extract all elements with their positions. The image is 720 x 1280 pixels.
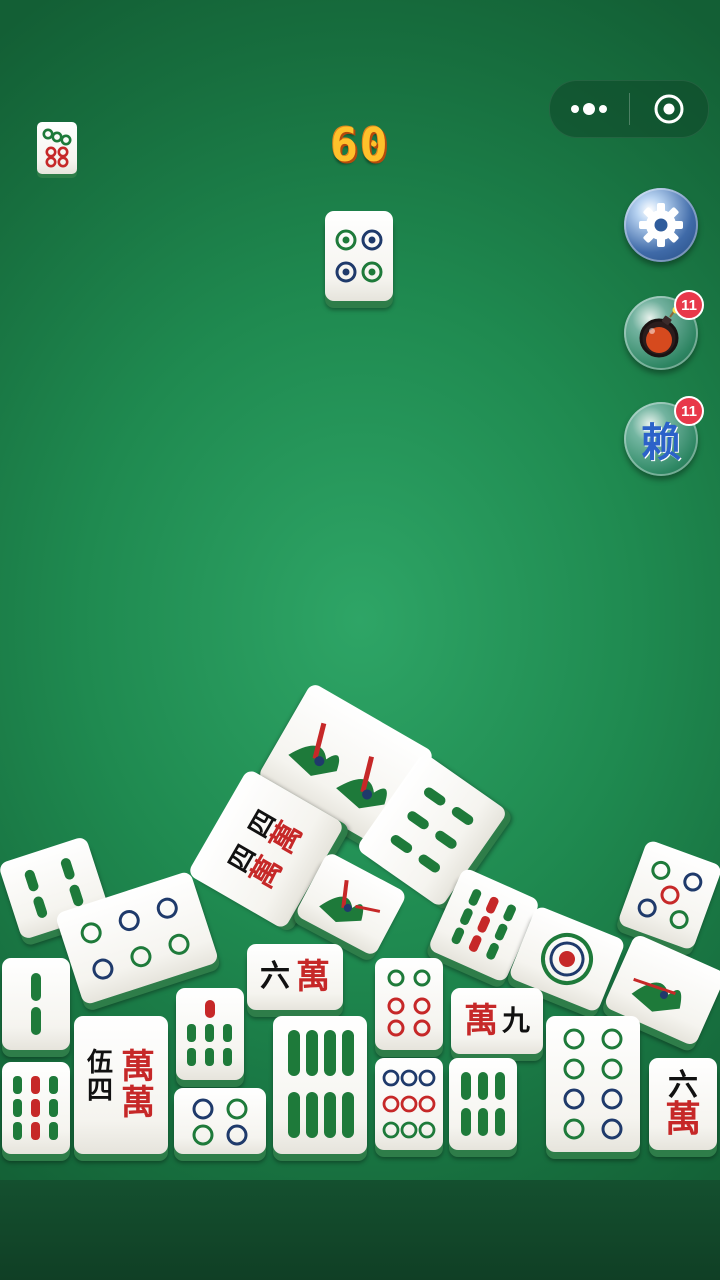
settings-button[interactable] <box>624 188 698 262</box>
circles-icon <box>563 1028 623 1140</box>
gear-icon <box>639 203 683 247</box>
bamboo-icon <box>390 787 474 873</box>
circles-icon <box>387 969 431 1037</box>
target-circle-icon <box>654 94 684 124</box>
tile-seven-bamboo[interactable] <box>176 988 244 1080</box>
tile-five-four-wan[interactable]: 伍 四 萬 萬 <box>74 1016 168 1154</box>
tile-nine-wan[interactable]: 萬 九 <box>451 988 543 1054</box>
tile-eight-bamboo[interactable] <box>273 1016 367 1154</box>
tile-five-circles-tilted[interactable] <box>617 839 720 951</box>
bamboo-icon <box>461 1072 505 1136</box>
bamboo-icon <box>451 889 516 960</box>
tile-nine-circles[interactable] <box>375 1058 443 1150</box>
close-mini-program-button[interactable] <box>630 81 709 137</box>
more-dots-icon <box>571 103 608 115</box>
bamboo-icon <box>288 1030 354 1138</box>
bamboo-icon <box>187 1000 232 1066</box>
bomb-powerup-button[interactable]: 11 <box>624 290 704 370</box>
score-counter: 60 <box>330 118 390 172</box>
tile-six-bamboo[interactable] <box>449 1058 517 1150</box>
game-board: 60 11 赖 11 四 萬 四 萬 六 萬 萬 九 伍 四 萬 萬 六 萬 <box>0 0 720 1280</box>
circles-icon <box>637 860 703 930</box>
bomb-count-badge: 11 <box>674 290 704 320</box>
wan-char: 萬 <box>296 957 330 997</box>
next-tile-preview <box>37 122 77 174</box>
six-circles-icon <box>42 128 72 168</box>
wu-char: 伍 <box>86 1048 113 1078</box>
tile-four-circles[interactable] <box>174 1088 266 1154</box>
wildcard-powerup-button[interactable]: 赖 11 <box>624 396 704 476</box>
tile-six-wan[interactable]: 六 萬 <box>649 1058 717 1150</box>
circles-icon <box>382 1069 436 1139</box>
table-floor <box>0 1180 720 1280</box>
wan-char: 萬 <box>121 1047 155 1087</box>
one-circle-icon <box>541 932 594 985</box>
wan-pair-face: 伍 四 萬 萬 <box>87 1050 155 1120</box>
wan-char: 萬 <box>664 1098 701 1140</box>
si-char: 四 <box>86 1076 113 1106</box>
six-wan-face: 六 萬 <box>260 960 330 994</box>
wan-char: 萬 <box>121 1083 155 1123</box>
nine-wan-face: 萬 九 <box>464 1004 530 1038</box>
falling-tile-four-circles[interactable] <box>325 211 393 301</box>
bamboo-icon <box>31 973 41 1035</box>
wildcard-count-badge: 11 <box>674 396 704 426</box>
four-circles-icon <box>335 229 383 283</box>
tile-six-circles[interactable] <box>375 958 443 1050</box>
tile-two-bamboo[interactable] <box>2 958 70 1050</box>
liu-char: 六 <box>260 959 290 994</box>
jiu-char: 九 <box>501 1004 530 1037</box>
more-menu-button[interactable] <box>550 81 629 137</box>
bamboo-icon <box>13 1076 58 1140</box>
four-wan-face: 四 萬 四 萬 <box>224 805 310 894</box>
bird-icon <box>319 879 381 922</box>
mini-program-capsule <box>549 80 709 138</box>
tile-eight-circles[interactable] <box>546 1016 640 1152</box>
circles-icon <box>192 1098 248 1146</box>
wan-char: 萬 <box>463 1001 498 1041</box>
tile-six-wan-small[interactable]: 六 萬 <box>247 944 343 1010</box>
liu-char: 六 <box>668 1068 698 1103</box>
tile-nine-bamboo[interactable] <box>2 1062 70 1154</box>
lai-character-icon: 赖 <box>641 419 681 466</box>
